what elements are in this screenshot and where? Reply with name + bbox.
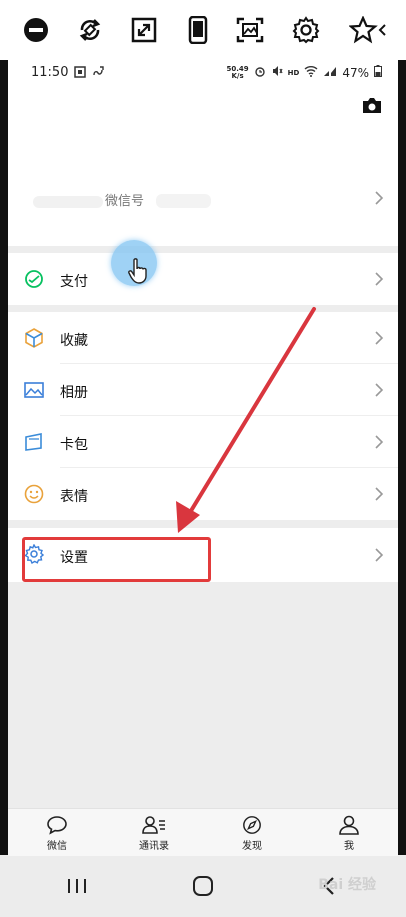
emulator-toolbar — [0, 0, 406, 60]
chevron-right-icon — [375, 191, 384, 205]
status-time: 11:50 — [31, 65, 69, 80]
chevron-right-icon — [375, 435, 384, 449]
phone-bezel-right — [398, 60, 406, 855]
nav-tab-me[interactable]: 我 — [319, 815, 379, 852]
person-icon — [339, 815, 359, 835]
menu-label-pay: 支付 — [60, 274, 88, 290]
highlight-box — [22, 537, 211, 582]
annotation-arrow — [176, 307, 316, 533]
smiley-icon — [24, 484, 44, 504]
fullscreen-icon[interactable] — [128, 14, 160, 46]
nav-tab-chats[interactable]: 微信 — [27, 815, 87, 852]
signal-icon — [323, 65, 337, 80]
battery-percent: 47% — [342, 65, 369, 80]
alarm-icon — [254, 65, 266, 80]
nav-label-me: 我 — [344, 841, 354, 852]
chevron-right-icon — [375, 487, 384, 501]
link-icon — [92, 65, 105, 82]
image-icon — [24, 380, 44, 400]
pay-icon — [24, 269, 44, 289]
hd-icon: HD — [287, 68, 300, 77]
profile-header[interactable]: 微信号 — [8, 86, 398, 246]
cube-icon — [24, 328, 44, 348]
system-navigation-bar: Bai 经验 — [0, 856, 406, 917]
status-indicators: 50.49 K/s HD 47% — [227, 65, 382, 80]
nav-label-contacts: 通讯录 — [139, 841, 169, 852]
screenshot-icon[interactable] — [234, 14, 266, 46]
recent-apps-icon[interactable] — [66, 877, 88, 895]
notification-icon — [74, 66, 86, 82]
chevron-right-icon — [375, 331, 384, 345]
mute-icon — [271, 65, 283, 80]
compass-icon — [243, 816, 261, 834]
contacts-icon — [142, 816, 165, 834]
wechat-id-label: 微信号 — [105, 194, 145, 209]
chevron-right-icon — [375, 383, 384, 397]
chevron-right-icon — [375, 548, 384, 562]
menu-label-cards: 卡包 — [60, 437, 88, 453]
wechat-id-blurred — [156, 194, 211, 208]
nickname-blurred — [33, 196, 103, 208]
chat-bubble-icon — [47, 816, 67, 835]
nav-label-chats: 微信 — [47, 841, 67, 852]
star-icon[interactable] — [348, 14, 388, 46]
menu-label-favorites: 收藏 — [60, 333, 88, 349]
pointer-hand-icon — [128, 258, 147, 284]
wallet-icon — [24, 432, 44, 452]
status-bar: 11:50 50.49 K/s HD 47% — [8, 60, 398, 86]
home-icon[interactable] — [192, 875, 214, 897]
bottom-navigation: 微信 通讯录 发现 我 — [8, 808, 398, 857]
nav-tab-discover[interactable]: 发现 — [222, 815, 282, 852]
menu-label-stickers: 表情 — [60, 489, 88, 505]
minus-circle-icon[interactable] — [20, 14, 52, 46]
menu-item-pay[interactable]: 支付 — [8, 253, 398, 305]
network-speed: 50.49 K/s — [227, 65, 249, 80]
touch-indicator — [111, 240, 157, 286]
nav-tab-contacts[interactable]: 通讯录 — [124, 815, 184, 852]
camera-icon[interactable] — [362, 97, 382, 118]
phone-icon[interactable] — [182, 14, 214, 46]
battery-icon — [374, 65, 382, 80]
rotate-icon[interactable] — [74, 14, 106, 46]
chevron-right-icon — [375, 272, 384, 286]
gear-icon[interactable] — [290, 14, 322, 46]
menu-label-album: 相册 — [60, 385, 88, 401]
phone-bezel-left — [0, 60, 8, 855]
wifi-icon — [304, 65, 318, 80]
network-speed-unit: K/s — [231, 71, 244, 80]
watermark: Bai 经验 — [318, 877, 376, 893]
nav-label-discover: 发现 — [242, 841, 262, 852]
